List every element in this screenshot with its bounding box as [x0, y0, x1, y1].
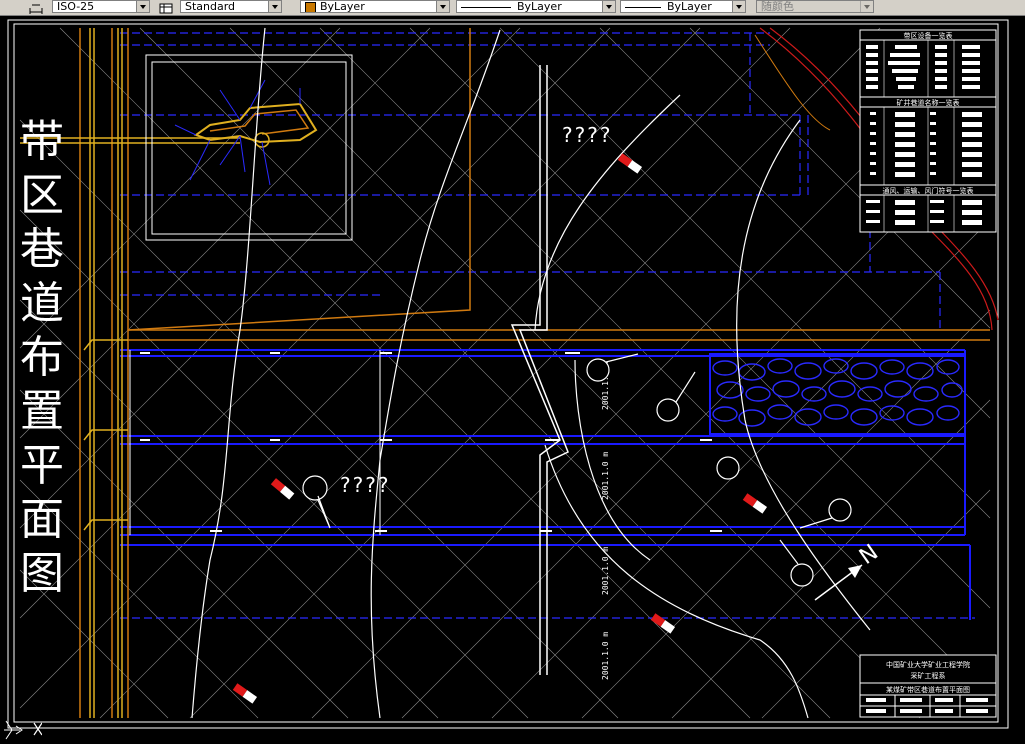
title-char: 置	[20, 386, 64, 437]
title-char: 面	[20, 494, 64, 545]
chevron-down-icon[interactable]	[732, 1, 745, 12]
legend-title-3: 通风、运输、风门符号一览表	[883, 186, 974, 195]
titleblock-line2: 采矿工程系	[911, 671, 946, 680]
legend-title-2: 矿井巷道名称一览表	[897, 98, 960, 107]
callout-bubbles[interactable]	[302, 353, 852, 587]
drawing-title-vertical: 带 区 巷 道 布 置 平 面 图	[14, 115, 70, 601]
title-char: 平	[20, 440, 64, 491]
plotstyle-select: 随颜色	[756, 0, 874, 13]
linetype-value: ByLayer	[517, 0, 562, 13]
linetype-select[interactable]: ByLayer	[456, 0, 616, 13]
title-char: 区	[20, 170, 64, 221]
tablestyle-select[interactable]: Standard	[180, 0, 282, 13]
lineweight-sample-icon	[625, 6, 661, 8]
chevron-down-icon[interactable]	[136, 1, 149, 12]
title-char: 图	[20, 548, 64, 599]
chevron-down-icon[interactable]	[436, 1, 449, 12]
chevron-down-icon[interactable]	[268, 1, 281, 12]
legend-title-1: 带区设备一览表	[904, 31, 953, 40]
dimstyle-value: ISO-25	[57, 0, 95, 13]
title-char: 布	[20, 332, 64, 383]
dimstyle-icon[interactable]	[28, 0, 44, 14]
drawing-canvas[interactable]: 2001.1.0 m 2001.1.0 m 2001.1.0 m 2001.1.…	[0, 15, 1025, 740]
plotstyle-value: 随颜色	[761, 0, 794, 13]
fault-road	[510, 65, 569, 675]
linetype-sample-icon	[461, 6, 511, 8]
color-select[interactable]: ByLayer	[300, 0, 450, 13]
color-swatch-icon	[305, 1, 316, 12]
coordinate-grid	[19, 27, 991, 719]
legend-panel: 带区设备一览表 矿井巷道名称一览表 通风、运输、风门符号一览表	[859, 29, 997, 233]
inner-frame	[13, 23, 999, 723]
title-char: 巷	[20, 224, 64, 275]
cad-drawing[interactable]: 2001.1.0 m 2001.1.0 m 2001.1.0 m 2001.1.…	[0, 15, 1025, 738]
color-value: ByLayer	[320, 0, 365, 13]
tablestyle-icon[interactable]	[158, 0, 174, 14]
properties-toolbar: ISO-25 Standard ByLayer ByLayer ByLayer …	[0, 0, 1025, 16]
lineweight-value: ByLayer	[667, 0, 712, 13]
title-char: 道	[20, 278, 64, 329]
shaft-yard-inset	[145, 54, 353, 241]
dimstyle-select[interactable]: ISO-25	[52, 0, 150, 13]
title-block: 中国矿业大学矿业工程学院 采矿工程系 某煤矿带区巷道布置平面图	[859, 654, 997, 718]
dim-label-4: 2001.1.0 m	[601, 632, 610, 680]
lineweight-select[interactable]: ByLayer	[620, 0, 746, 13]
ucs-icon	[2, 715, 43, 740]
titleblock-drawing: 某煤矿带区巷道布置平面图	[886, 685, 970, 694]
dim-label-2: 2001.1.0 m	[601, 452, 610, 500]
dim-label-3: 2001.1.0 m	[601, 547, 610, 595]
dimension-labels: 2001.1.0 m 2001.1.0 m 2001.1.0 m 2001.1.…	[601, 362, 610, 680]
titleblock-line1: 中国矿业大学矿业工程学院	[886, 660, 970, 669]
unknown-label-1: ????	[562, 123, 613, 147]
unknown-label-2: ????	[340, 473, 391, 497]
chevron-down-icon[interactable]	[602, 1, 615, 12]
tablestyle-value: Standard	[185, 0, 236, 13]
north-arrow: N	[814, 540, 883, 601]
chevron-down-icon	[860, 1, 873, 12]
title-char: 带	[20, 116, 64, 167]
equipment-markers	[232, 153, 768, 704]
